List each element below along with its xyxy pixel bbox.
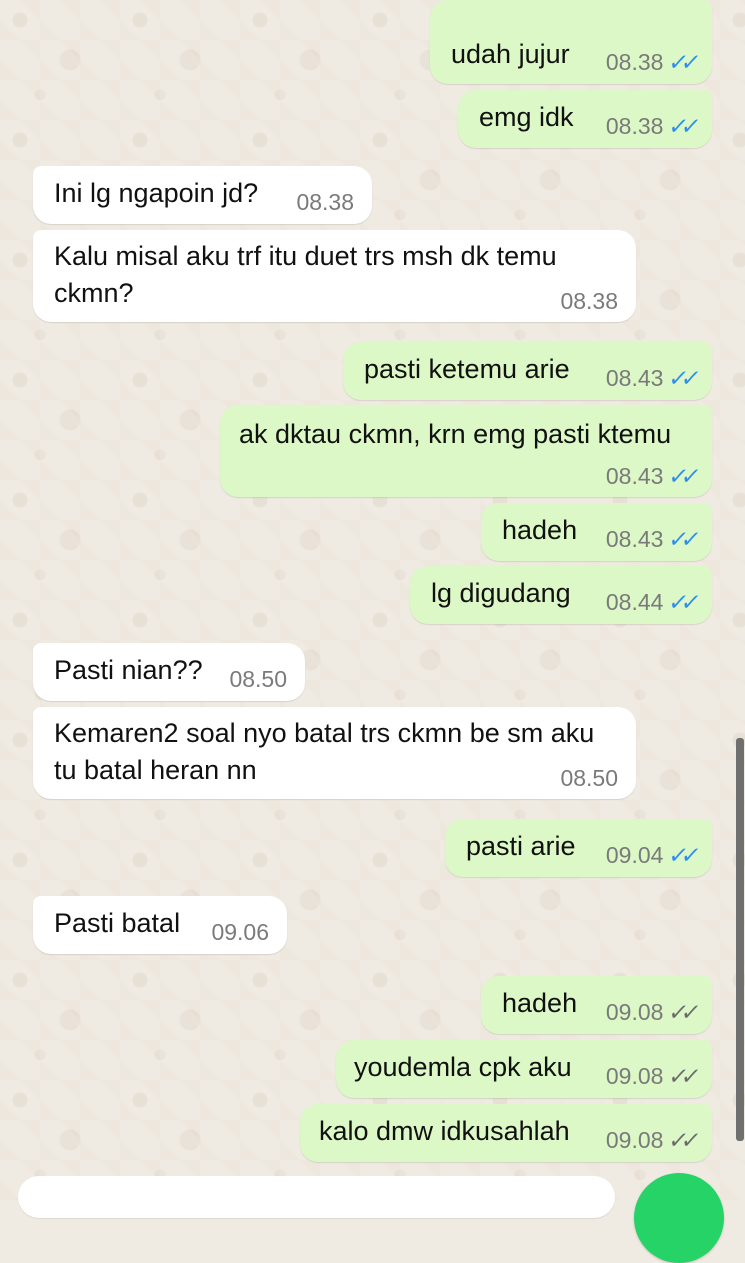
message-time: 08.43 xyxy=(605,463,664,489)
message-meta: 08.50 xyxy=(229,668,287,691)
message-bubble[interactable]: Pasti batal 09.06 xyxy=(33,896,287,954)
message-time: 08.43 xyxy=(605,365,664,391)
message-text: hadeh xyxy=(502,515,578,545)
message-meta: 09.04 ✓✓ xyxy=(605,842,697,868)
double-check-read-icon: ✓✓ xyxy=(667,526,697,552)
message-text: Pasti batal xyxy=(54,908,181,938)
message-time: 08.38 xyxy=(296,189,354,215)
message-bubble[interactable]: kalo dmw idkusahlah 09.08 ✓✓ xyxy=(300,1104,712,1162)
message-composer[interactable] xyxy=(18,1176,615,1218)
chat-scrollbar[interactable] xyxy=(736,738,744,1141)
double-check-read-icon: ✓✓ xyxy=(667,589,697,615)
message-text: ak dktau ckmn, krn emg pasti ktemu xyxy=(239,419,672,449)
message-time: 09.08 xyxy=(605,1127,664,1153)
message-meta: 08.43 ✓✓ xyxy=(605,463,697,489)
message-text: pasti arie xyxy=(466,831,576,861)
message-time: 08.38 xyxy=(605,49,664,75)
message-bubble[interactable]: udah jujur 08.38 ✓✓ xyxy=(430,0,712,84)
double-check-sent-icon: ✓✓ xyxy=(667,999,697,1025)
message-meta: 08.50 xyxy=(560,767,618,790)
message-text: hadeh xyxy=(502,988,578,1018)
message-bubble[interactable]: pasti arie 09.04 ✓✓ xyxy=(445,819,712,877)
message-bubble[interactable]: ak dktau ckmn, krn emg pasti ktemu 08.43… xyxy=(220,405,712,497)
message-meta: 08.38 xyxy=(560,290,618,313)
message-bubble[interactable]: lg digudang 08.44 ✓✓ xyxy=(410,566,712,624)
message-text: emg idk xyxy=(479,102,574,132)
message-meta: 09.08 ✓✓ xyxy=(605,1127,697,1153)
message-bubble[interactable]: pasti ketemu arie 08.43 ✓✓ xyxy=(343,342,712,400)
message-bubble[interactable]: youdemla cpk aku 09.08 ✓✓ xyxy=(336,1040,712,1098)
message-text: kalo dmw idkusahlah xyxy=(319,1116,570,1146)
message-meta: 08.43 ✓✓ xyxy=(605,365,697,391)
double-check-sent-icon: ✓✓ xyxy=(667,1063,697,1089)
message-meta: 08.38 ✓✓ xyxy=(605,113,697,139)
message-text: lg digudang xyxy=(431,578,571,608)
message-meta: 09.08 ✓✓ xyxy=(605,999,697,1025)
double-check-read-icon: ✓✓ xyxy=(667,365,697,391)
message-time: 09.08 xyxy=(605,999,664,1025)
message-bubble[interactable]: hadeh 08.43 ✓✓ xyxy=(481,503,712,561)
message-meta: 09.06 xyxy=(211,921,269,944)
message-bubble[interactable]: Kemaren2 soal nyo batal trs ckmn be sm a… xyxy=(33,707,636,799)
message-text: udah jujur xyxy=(451,39,570,69)
message-bubble[interactable]: Kalu misal aku trf itu duet trs msh dk t… xyxy=(33,230,636,322)
message-time: 08.43 xyxy=(605,526,664,552)
double-check-read-icon: ✓✓ xyxy=(667,113,697,139)
message-meta: 08.38 xyxy=(296,191,354,214)
message-time: 08.50 xyxy=(560,765,618,791)
message-time: 09.06 xyxy=(211,919,269,945)
chat-thread: udah jujur 08.38 ✓✓ emg idk 08.38 ✓✓ Ini… xyxy=(0,0,745,1200)
message-text: Ini lg ngapoin jd? xyxy=(54,178,259,208)
message-bubble[interactable]: Ini lg ngapoin jd? 08.38 xyxy=(33,166,372,224)
message-time: 09.08 xyxy=(605,1063,664,1089)
message-meta: 08.44 ✓✓ xyxy=(605,589,697,615)
message-bubble[interactable]: hadeh 09.08 ✓✓ xyxy=(481,976,712,1034)
message-text: Kalu misal aku trf itu duet trs msh dk t… xyxy=(54,241,557,308)
message-time: 08.44 xyxy=(605,589,664,615)
message-time: 08.50 xyxy=(229,666,287,692)
message-meta: 08.43 ✓✓ xyxy=(605,526,697,552)
double-check-read-icon: ✓✓ xyxy=(667,842,697,868)
message-bubble[interactable]: Pasti nian?? 08.50 xyxy=(33,643,305,701)
message-time: 08.38 xyxy=(605,113,664,139)
message-bubble[interactable]: emg idk 08.38 ✓✓ xyxy=(458,90,712,148)
message-text: pasti ketemu arie xyxy=(364,354,570,384)
double-check-read-icon: ✓✓ xyxy=(667,49,697,75)
send-button[interactable] xyxy=(634,1173,724,1263)
message-text: Pasti nian?? xyxy=(54,655,203,685)
message-time: 09.04 xyxy=(605,842,664,868)
message-meta: 08.38 ✓✓ xyxy=(605,49,697,75)
message-text: Kemaren2 soal nyo batal trs ckmn be sm a… xyxy=(54,718,595,785)
message-time: 08.38 xyxy=(560,288,618,314)
double-check-read-icon: ✓✓ xyxy=(667,463,697,489)
message-meta: 09.08 ✓✓ xyxy=(605,1063,697,1089)
message-text: youdemla cpk aku xyxy=(354,1052,572,1082)
double-check-sent-icon: ✓✓ xyxy=(667,1127,697,1153)
